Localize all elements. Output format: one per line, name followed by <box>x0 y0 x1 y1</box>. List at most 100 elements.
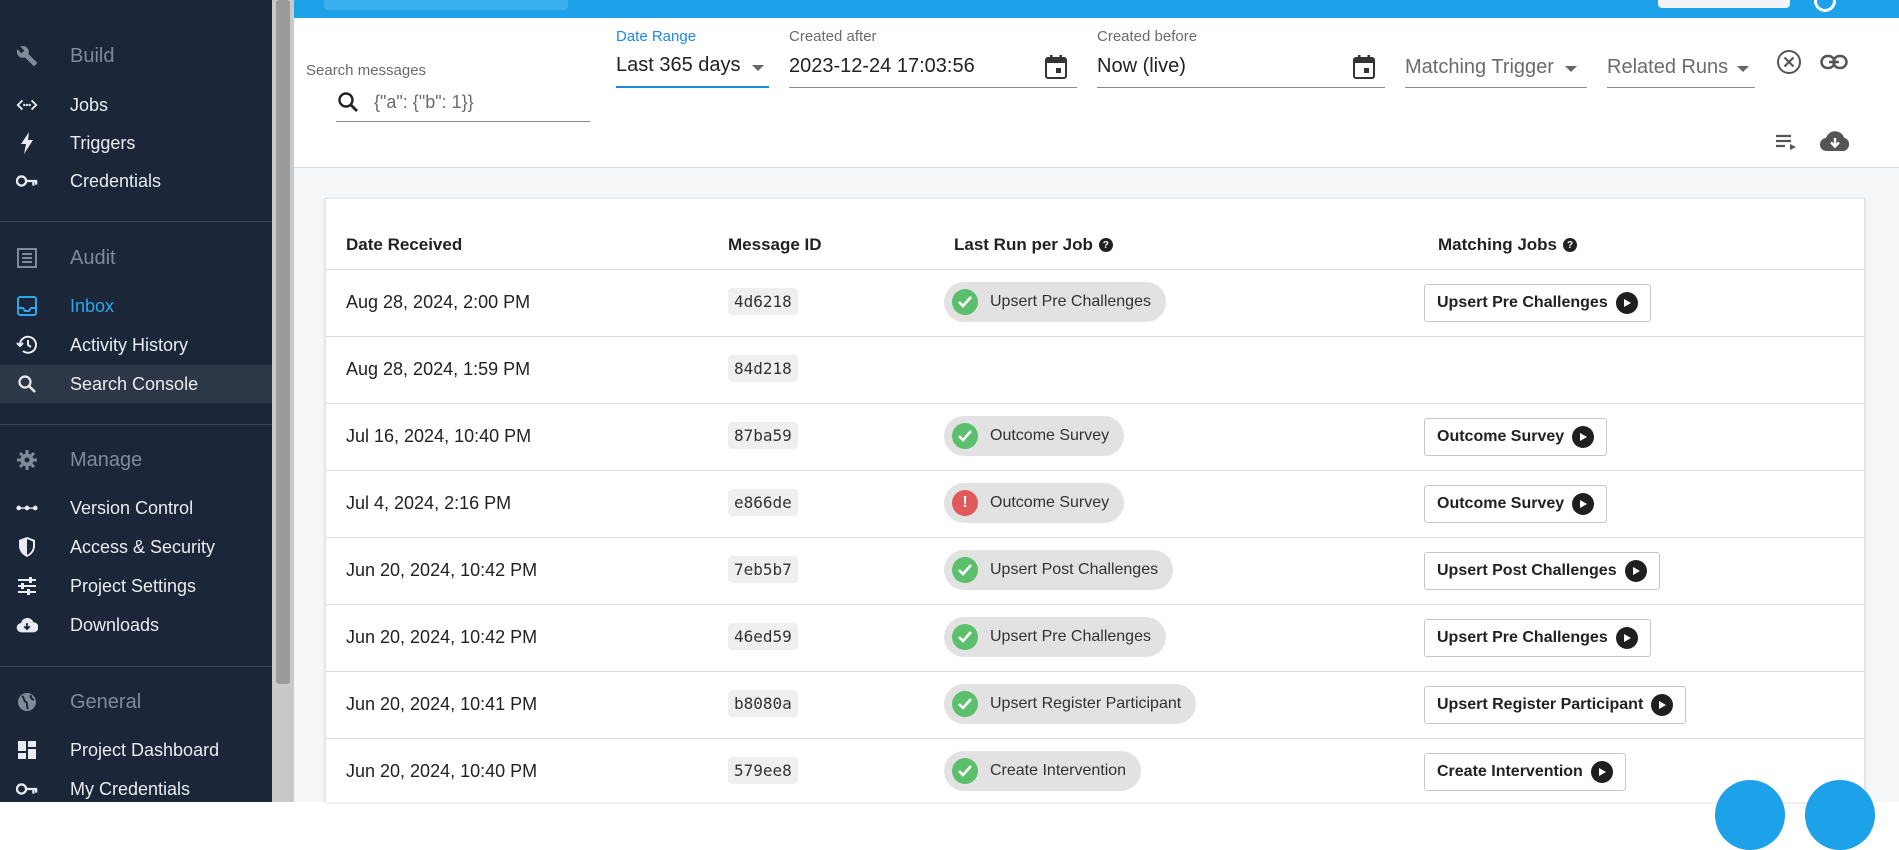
run-status-chip[interactable]: Upsert Pre Challenges <box>944 617 1166 657</box>
date-received: Jun 20, 2024, 10:40 PM <box>346 761 538 781</box>
date-received: Jul 16, 2024, 10:40 PM <box>346 426 532 446</box>
sidebar-item-triggers[interactable]: Triggers <box>0 124 272 162</box>
created-after-field[interactable]: Created after 2023-12-24 17:03:56 <box>789 28 1077 98</box>
run-status-chip[interactable]: Upsert Pre Challenges <box>944 282 1166 322</box>
columns-icon[interactable] <box>1774 130 1800 154</box>
run-job-button[interactable]: Outcome Survey <box>1424 418 1608 456</box>
sidebar-item-my-credentials[interactable]: My Credentials <box>0 770 272 808</box>
created-after-underline <box>789 87 1077 88</box>
sidebar-group-label: Audit <box>70 246 116 269</box>
message-id[interactable]: 84d218 <box>728 355 798 382</box>
message-id[interactable]: 579ee8 <box>728 757 798 784</box>
shield-icon <box>16 536 38 558</box>
sliders-icon <box>16 575 38 597</box>
table-row[interactable]: Jun 20, 2024, 10:41 PM b8080a Upsert Reg… <box>326 671 1864 738</box>
sidebar-item-label: Triggers <box>70 132 136 153</box>
run-job-name: Upsert Register Participant <box>990 695 1182 712</box>
run-job-button[interactable]: Upsert Register Participant <box>1424 686 1687 724</box>
help-icon[interactable]: ? <box>1563 238 1578 252</box>
key-icon <box>16 778 38 800</box>
play-icon <box>1651 694 1674 716</box>
column-header-matching-jobs[interactable]: Matching Jobs? <box>1438 235 1578 255</box>
search-icon <box>336 90 360 114</box>
sidebar-item-credentials[interactable]: Credentials <box>0 162 272 200</box>
run-job-name: Outcome Survey <box>990 427 1110 444</box>
search-input[interactable]: {"a": {"b": 1}} <box>374 92 474 113</box>
sidebar-divider <box>0 424 272 425</box>
run-status-chip[interactable]: Outcome Survey <box>944 416 1125 456</box>
run-status-chip[interactable]: Create Intervention <box>944 751 1142 791</box>
message-id[interactable]: 7eb5b7 <box>728 556 798 583</box>
sidebar-item-label: Activity History <box>70 334 189 355</box>
related-runs-select[interactable]: Related Runs <box>1607 28 1755 98</box>
bolt-icon <box>16 132 38 154</box>
sidebar-item-project-settings[interactable]: Project Settings <box>0 567 272 605</box>
column-header-label: Date Received <box>346 235 463 254</box>
matching-trigger-select[interactable]: Matching Trigger <box>1405 28 1587 98</box>
sidebar-item-activity-history[interactable]: Activity History <box>0 326 272 364</box>
sidebar-item-downloads[interactable]: Downloads <box>0 606 272 644</box>
help-icon[interactable] <box>1814 0 1836 12</box>
run-status-chip[interactable]: ! Outcome Survey <box>944 483 1125 523</box>
floating-action-button[interactable] <box>1715 780 1785 850</box>
play-icon <box>1615 292 1638 314</box>
clear-filters-icon[interactable] <box>1775 48 1803 76</box>
message-id[interactable]: 46ed59 <box>728 623 798 650</box>
list-icon <box>16 247 38 269</box>
run-status-chip[interactable]: Upsert Register Participant <box>944 684 1197 724</box>
calendar-icon[interactable] <box>1043 53 1069 81</box>
floating-action-button[interactable] <box>1805 780 1875 850</box>
message-id[interactable]: e866de <box>728 489 798 516</box>
date-received: Jun 20, 2024, 10:42 PM <box>346 560 538 580</box>
message-id[interactable]: 4d6218 <box>728 288 798 315</box>
sidebar-item-search-console[interactable]: Search Console <box>0 365 272 403</box>
run-job-button[interactable]: Create Intervention <box>1424 753 1626 791</box>
search-messages-label: Search messages <box>306 62 427 79</box>
run-status-chip[interactable]: Upsert Post Challenges <box>944 550 1174 590</box>
sidebar-item-jobs[interactable]: Jobs <box>0 86 272 124</box>
message-id[interactable]: 87ba59 <box>728 422 798 449</box>
table-row[interactable]: Aug 28, 2024, 1:59 PM 84d218 <box>326 336 1864 403</box>
created-before-field[interactable]: Created before Now (live) <box>1097 28 1385 98</box>
run-job-button[interactable]: Outcome Survey <box>1424 485 1608 523</box>
sidebar-item-label: Credentials <box>70 170 162 191</box>
run-job-button[interactable]: Upsert Pre Challenges <box>1424 619 1651 657</box>
cloud-download-icon[interactable] <box>1818 128 1852 154</box>
top-bar-button[interactable] <box>1658 0 1790 8</box>
calendar-icon[interactable] <box>1351 53 1377 81</box>
message-id[interactable]: b8080a <box>728 690 798 717</box>
date-received: Jul 4, 2024, 2:16 PM <box>346 493 512 513</box>
error-icon: ! <box>952 490 978 516</box>
sidebar-item-project-dashboard[interactable]: Project Dashboard <box>0 731 272 769</box>
table-row[interactable]: Jun 20, 2024, 10:42 PM 7eb5b7 Upsert Pos… <box>326 537 1864 604</box>
check-icon <box>952 289 978 315</box>
date-received: Jun 20, 2024, 10:42 PM <box>346 627 538 647</box>
table-row[interactable]: Jun 20, 2024, 10:40 PM 579ee8 Create Int… <box>326 738 1864 805</box>
column-header-message-id[interactable]: Message ID <box>728 235 822 255</box>
table-row[interactable]: Aug 28, 2024, 2:00 PM 4d6218 Upsert Pre … <box>326 269 1864 336</box>
column-header-date[interactable]: Date Received <box>346 235 462 255</box>
date-range-select[interactable]: Date Range Last 365 days <box>616 28 769 98</box>
project-selector[interactable] <box>324 0 568 10</box>
job-name: Create Intervention <box>1437 763 1583 780</box>
sidebar-item-access-security[interactable]: Access & Security <box>0 528 272 566</box>
sidebar-item-label: Search Console <box>70 373 199 394</box>
sidebar-item-version-control[interactable]: Version Control <box>0 489 272 527</box>
run-job-button[interactable]: Upsert Pre Challenges <box>1424 284 1651 322</box>
commit-icon <box>16 497 38 519</box>
cloud-download-icon <box>16 614 38 636</box>
sidebar-item-inbox[interactable]: Inbox <box>0 287 272 325</box>
job-name: Outcome Survey <box>1437 428 1565 445</box>
sidebar-scrollbar-thumb[interactable] <box>276 0 290 684</box>
search-icon <box>16 373 38 395</box>
table-row[interactable]: Jul 4, 2024, 2:16 PM e866de ! Outcome Su… <box>326 470 1864 537</box>
run-job-button[interactable]: Upsert Post Challenges <box>1424 552 1660 590</box>
table-row[interactable]: Jul 16, 2024, 10:40 PM 87ba59 Outcome Su… <box>326 403 1864 470</box>
chevron-down-icon <box>1737 66 1749 72</box>
column-header-last-run[interactable]: Last Run per Job? <box>954 235 1113 255</box>
help-icon[interactable]: ? <box>1098 238 1113 252</box>
search-messages-field[interactable]: Search messages {"a": {"b": 1}} <box>306 62 590 122</box>
table-row[interactable]: Jun 20, 2024, 10:42 PM 46ed59 Upsert Pre… <box>326 604 1864 671</box>
link-icon[interactable] <box>1819 50 1849 74</box>
related-runs-label: Related Runs <box>1607 56 1729 78</box>
